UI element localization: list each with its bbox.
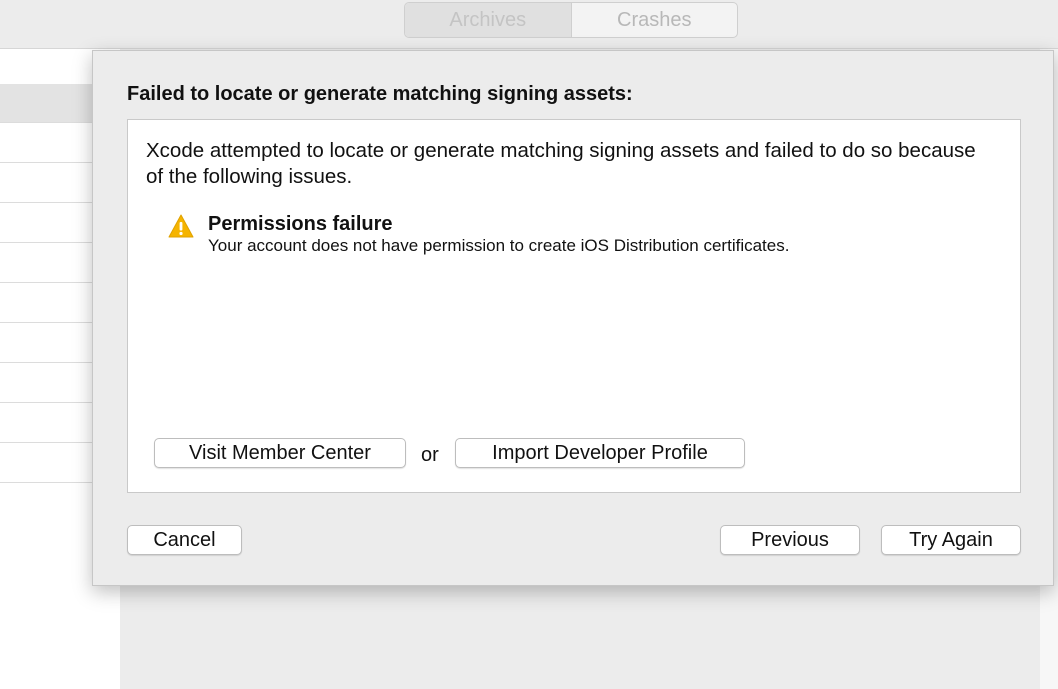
toolbar-divider xyxy=(0,48,1058,49)
import-developer-profile-button[interactable]: Import Developer Profile xyxy=(455,438,745,468)
tab-archives[interactable]: Archives xyxy=(405,3,572,37)
signing-error-sheet: Failed to locate or generate matching si… xyxy=(92,50,1054,586)
issue-item: Permissions failure Your account does no… xyxy=(168,212,789,256)
issue-detail: Your account does not have permission to… xyxy=(208,236,790,255)
warning-icon xyxy=(168,214,194,238)
issues-panel: Xcode attempted to locate or generate ma… xyxy=(127,119,1021,493)
visit-member-center-button[interactable]: Visit Member Center xyxy=(154,438,406,468)
try-again-button[interactable]: Try Again xyxy=(881,525,1021,555)
intro-text: Xcode attempted to locate or generate ma… xyxy=(146,139,976,188)
cancel-button[interactable]: Cancel xyxy=(127,525,242,555)
tab-crashes[interactable]: Crashes xyxy=(572,3,738,37)
previous-button[interactable]: Previous xyxy=(720,525,860,555)
or-label: or xyxy=(421,444,439,466)
issue-text: Permissions failure Your account does no… xyxy=(208,212,789,256)
issue-title: Permissions failure xyxy=(208,213,393,235)
sheet-title: Failed to locate or generate matching si… xyxy=(127,83,633,105)
segmented-control: Archives Crashes xyxy=(404,2,738,38)
